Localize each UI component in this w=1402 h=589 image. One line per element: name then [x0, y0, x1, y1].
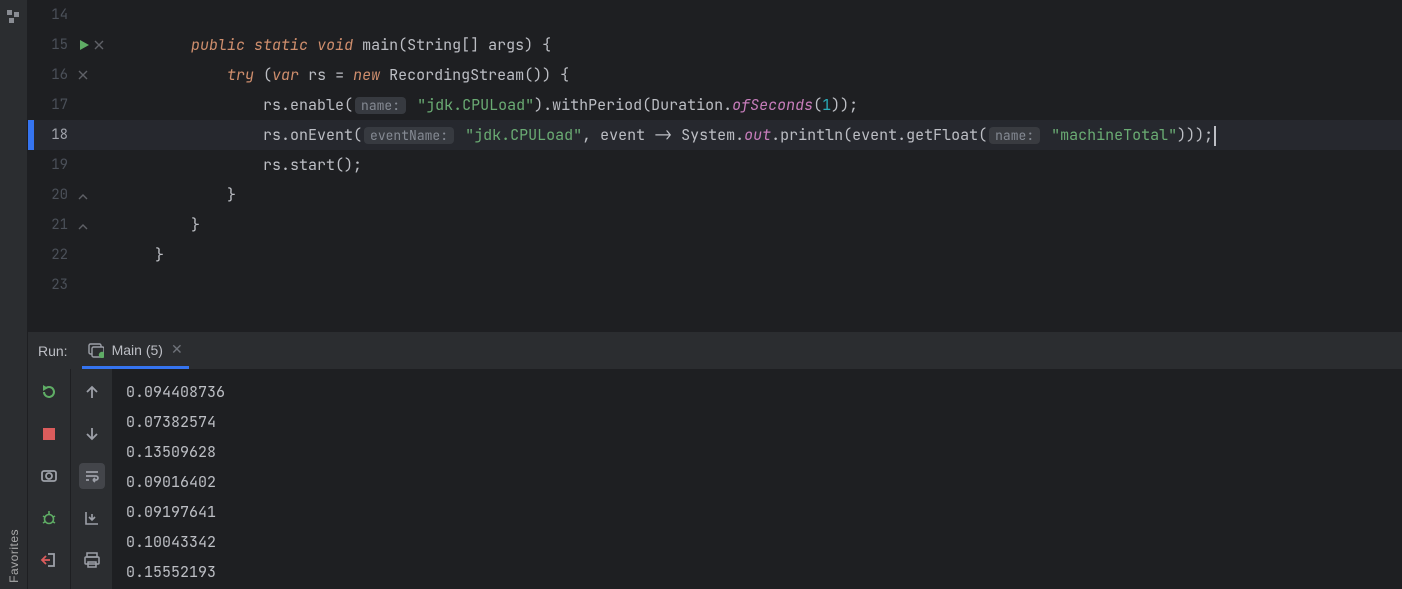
console-line: 0.13509628 — [126, 442, 216, 462]
code-line[interactable]: public static void main(String[] args) { — [128, 30, 1402, 60]
line-number: 19 — [28, 156, 72, 174]
print-button[interactable] — [79, 547, 105, 573]
code-line[interactable]: } — [128, 240, 1402, 270]
fold-marker-icon[interactable] — [94, 40, 104, 50]
run-gutter-icon[interactable] — [78, 39, 90, 51]
code-line[interactable] — [128, 270, 1402, 300]
line-number: 14 — [28, 6, 72, 24]
line-number: 18 — [28, 126, 72, 144]
editor-gutter: 14 15 16 17 18 19 20 21 22 23 — [28, 0, 128, 332]
run-config-icon — [88, 342, 104, 358]
text-caret — [1214, 126, 1216, 146]
run-tabbar: Run: Main (5) ✕ — [28, 333, 1402, 369]
run-toolbar-secondary — [70, 369, 112, 589]
exit-button[interactable] — [36, 547, 62, 573]
code-line[interactable] — [128, 0, 1402, 30]
fold-marker-icon[interactable] — [78, 220, 88, 230]
line-number: 17 — [28, 96, 72, 114]
code-line-current[interactable]: rs.onEvent(eventName: "jdk.CPULoad", eve… — [128, 120, 1402, 150]
close-icon[interactable]: ✕ — [171, 341, 183, 358]
scroll-to-end-button[interactable] — [79, 505, 105, 531]
debug-button[interactable] — [36, 505, 62, 531]
code-line[interactable]: } — [128, 210, 1402, 240]
line-number: 22 — [28, 246, 72, 264]
parameter-hint: name: — [989, 127, 1040, 144]
run-tab[interactable]: Main (5) ✕ — [82, 333, 189, 369]
stop-button[interactable] — [36, 421, 62, 447]
line-number: 21 — [28, 216, 72, 234]
down-button[interactable] — [79, 421, 105, 447]
code-line[interactable]: try (var rs = new RecordingStream()) { — [128, 60, 1402, 90]
console-line: 0.09016402 — [126, 472, 216, 492]
line-number: 15 — [28, 36, 72, 54]
rerun-button[interactable] — [36, 379, 62, 405]
parameter-hint: name: — [355, 97, 406, 114]
run-toolbar-primary — [28, 369, 70, 589]
left-tool-rail: Favorites — [0, 0, 28, 589]
run-tool-window: Run: Main (5) ✕ — [28, 332, 1402, 589]
fold-marker-icon[interactable] — [78, 190, 88, 200]
fold-marker-icon[interactable] — [78, 70, 88, 80]
soft-wrap-button[interactable] — [79, 463, 105, 489]
code-editor[interactable]: 14 15 16 17 18 19 20 21 22 23 public sta… — [28, 0, 1402, 332]
structure-icon[interactable] — [4, 7, 24, 27]
code-line[interactable]: } — [128, 180, 1402, 210]
code-line[interactable]: rs.enable(name: "jdk.CPULoad").withPerio… — [128, 90, 1402, 120]
favorites-tab-label[interactable]: Favorites — [7, 529, 21, 583]
layout-button[interactable] — [36, 463, 62, 489]
code-line[interactable]: rs.start(); — [128, 150, 1402, 180]
console-line: 0.094408736 — [126, 382, 225, 402]
up-button[interactable] — [79, 379, 105, 405]
change-marker — [28, 120, 34, 150]
console-output[interactable]: 0.094408736 0.07382574 0.13509628 0.0901… — [112, 369, 1402, 589]
run-tab-title: Main (5) — [112, 342, 163, 358]
line-number: 20 — [28, 186, 72, 204]
parameter-hint: eventName: — [364, 127, 454, 144]
line-number: 16 — [28, 66, 72, 84]
line-number: 23 — [28, 276, 72, 294]
console-line: 0.10043342 — [126, 532, 216, 552]
code-area[interactable]: public static void main(String[] args) {… — [128, 0, 1402, 332]
run-toolwindow-label: Run: — [38, 343, 68, 359]
console-line: 0.07382574 — [126, 412, 216, 432]
console-line: 0.09197641 — [126, 502, 216, 522]
console-line: 0.15552193 — [126, 562, 216, 582]
